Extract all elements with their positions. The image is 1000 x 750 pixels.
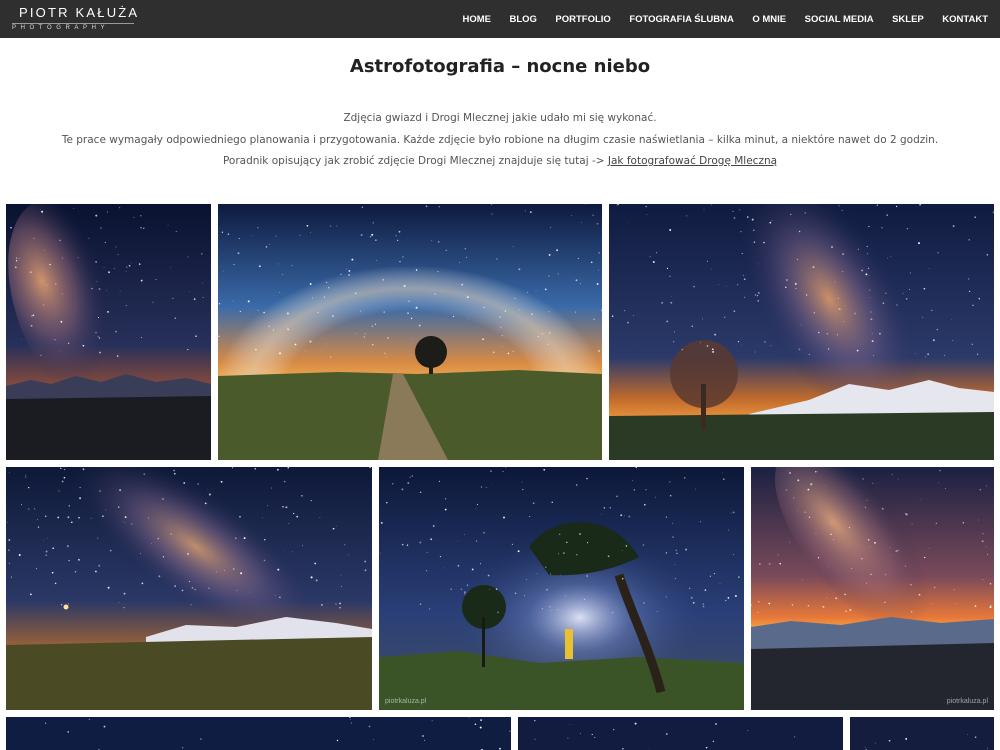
gallery-photo[interactable] [609,204,994,460]
logo-name: PIOTR KAŁUŻA [19,5,140,20]
logo-subtitle: PHOTOGRAPHY [12,25,110,31]
gallery-photo[interactable] [850,717,994,750]
photo-image [609,204,994,460]
nav-about[interactable]: O MNIE [752,14,786,25]
gallery-photo[interactable] [218,204,602,460]
photo-watermark: piotrkaluza.pl [385,698,427,705]
intro-line-3: Poradnik opisujący jak zrobić zdjęcie Dr… [0,153,1000,175]
photo-image [6,717,511,750]
gallery-photo[interactable] [6,717,511,750]
photo-image [518,717,843,750]
gallery-photo[interactable] [6,204,211,460]
gallery-photo[interactable]: piotrkaluza.pl [751,467,994,710]
nav-contact[interactable]: KONTAKT [942,14,988,25]
page-title: Astrofotografia – nocne niebo [349,56,651,77]
nav-home[interactable]: HOME [462,14,491,25]
photo-image [850,717,994,750]
intro-line-1: Zdjęcia gwiazd i Drogi Mlecznej jakie ud… [343,112,657,124]
photo-image [6,204,211,460]
site-logo[interactable]: PIOTR KAŁUŻA PHOTOGRAPHY [12,4,140,34]
gallery-photo[interactable]: piotrkaluza.pl [379,467,744,710]
logo-divider [12,23,134,24]
milky-way-guide-link[interactable]: Jak fotografować Drogę Mleczną [608,155,777,167]
nav-blog[interactable]: BLOG [509,14,536,25]
nav-wedding-photography[interactable]: FOTOGRAFIA ŚLUBNA [629,14,734,25]
photo-watermark: piotrkaluza.pl [946,698,988,705]
photo-image [751,467,994,710]
intro-line-2: Te prace wymagały odpowiedniego planowan… [61,133,939,146]
intro-line-3-text: Poradnik opisujący jak zrobić zdjęcie Dr… [222,155,608,167]
intro-text: Zdjęcia gwiazd i Drogi Mlecznej jakie ud… [0,110,1000,175]
nav-shop[interactable]: SKLEP [892,14,924,25]
site-header: PIOTR KAŁUŻA PHOTOGRAPHY HOME BLOG PORTF… [0,0,1000,38]
gallery-photo[interactable] [6,467,372,710]
photo-image [218,204,602,460]
photo-image [6,467,372,710]
nav-social-media[interactable]: SOCIAL MEDIA [805,14,874,25]
gallery-photo[interactable] [518,717,843,750]
photo-image [379,467,744,710]
main-nav: HOME BLOG PORTFOLIO FOTOGRAFIA ŚLUBNA O … [462,0,988,38]
nav-portfolio[interactable]: PORTFOLIO [555,14,610,25]
